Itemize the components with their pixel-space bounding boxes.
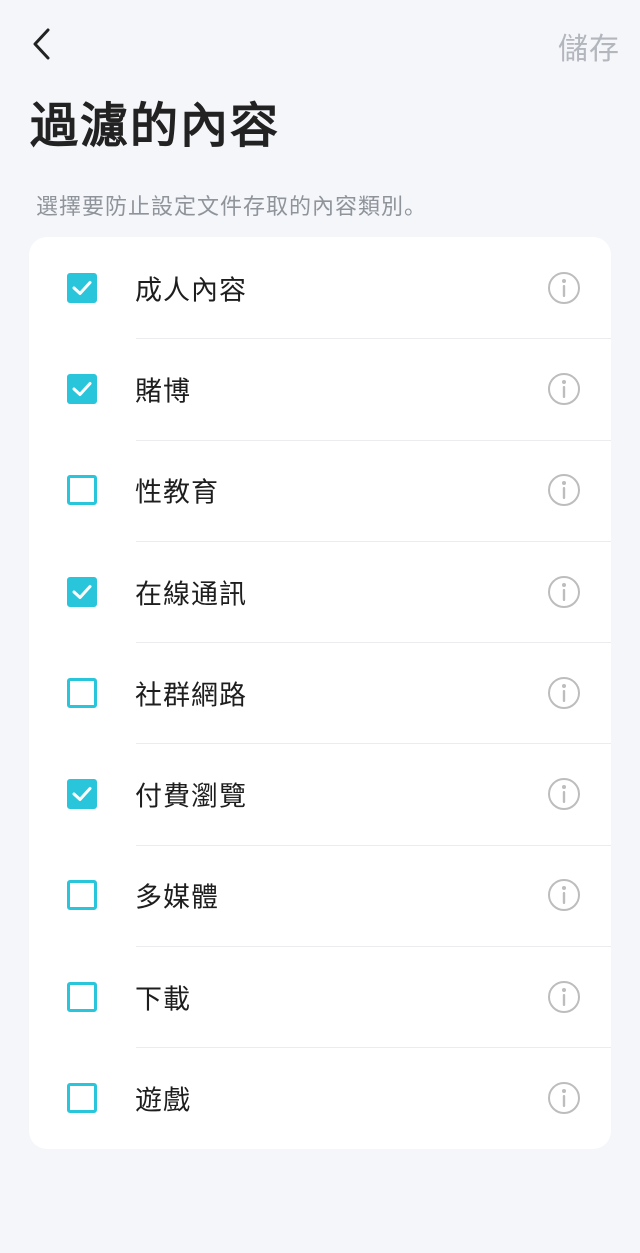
info-circle-icon[interactable]: [547, 271, 581, 305]
checkmark-icon: [72, 787, 92, 802]
category-checkbox[interactable]: [67, 475, 97, 506]
category-label: 遊戲: [135, 1085, 191, 1117]
category-list: 成人內容 賭博 性教育 在線通訊 社群網路 付費瀏覽 多媒體 下載 遊戲: [29, 237, 611, 1149]
category-label: 下載: [135, 984, 191, 1016]
info-circle-icon[interactable]: [547, 372, 581, 406]
info-circle-icon[interactable]: [547, 1081, 581, 1115]
category-label: 性教育: [135, 477, 219, 509]
category-row[interactable]: 在線通訊: [29, 540, 611, 642]
category-label: 成人內容: [135, 275, 247, 307]
category-row[interactable]: 社群網路: [29, 642, 611, 743]
page-subtitle: 選擇要防止設定文件存取的內容類別。: [36, 195, 428, 220]
category-row[interactable]: 成人內容: [29, 237, 611, 338]
category-checkbox[interactable]: [67, 576, 97, 607]
category-row[interactable]: 賭博: [29, 338, 611, 439]
info-circle-icon[interactable]: [547, 473, 581, 507]
category-row[interactable]: 性教育: [29, 439, 611, 541]
info-circle-icon[interactable]: [547, 575, 581, 609]
checkmark-icon: [72, 584, 92, 599]
category-checkbox[interactable]: [67, 272, 97, 303]
back-button[interactable]: [22, 22, 62, 66]
page-title: 過濾的內容: [30, 98, 281, 154]
category-label: 賭博: [135, 376, 191, 408]
category-checkbox[interactable]: [67, 1083, 97, 1114]
category-label: 在線通訊: [135, 579, 247, 611]
category-row[interactable]: 多媒體: [29, 844, 611, 946]
info-circle-icon[interactable]: [547, 676, 581, 710]
info-circle-icon[interactable]: [547, 980, 581, 1014]
checkmark-icon: [72, 280, 92, 295]
category-label: 多媒體: [135, 882, 219, 914]
category-checkbox[interactable]: [67, 880, 97, 911]
info-circle-icon[interactable]: [547, 777, 581, 811]
info-circle-icon[interactable]: [547, 878, 581, 912]
category-row[interactable]: 下載: [29, 946, 611, 1047]
chevron-left-icon: [33, 28, 50, 60]
category-label: 社群網路: [135, 680, 247, 712]
filtered-content-screen: 儲存 過濾的內容 選擇要防止設定文件存取的內容類別。 成人內容 賭博 性教育 在…: [0, 0, 640, 1253]
checkmark-icon: [72, 381, 92, 396]
save-button[interactable]: 儲存: [558, 24, 620, 68]
category-row[interactable]: 付費瀏覽: [29, 743, 611, 844]
category-checkbox[interactable]: [67, 779, 97, 810]
category-row[interactable]: 遊戲: [29, 1047, 611, 1148]
category-checkbox[interactable]: [67, 981, 97, 1012]
category-checkbox[interactable]: [67, 677, 97, 708]
category-checkbox[interactable]: [67, 373, 97, 404]
category-label: 付費瀏覽: [135, 781, 247, 813]
